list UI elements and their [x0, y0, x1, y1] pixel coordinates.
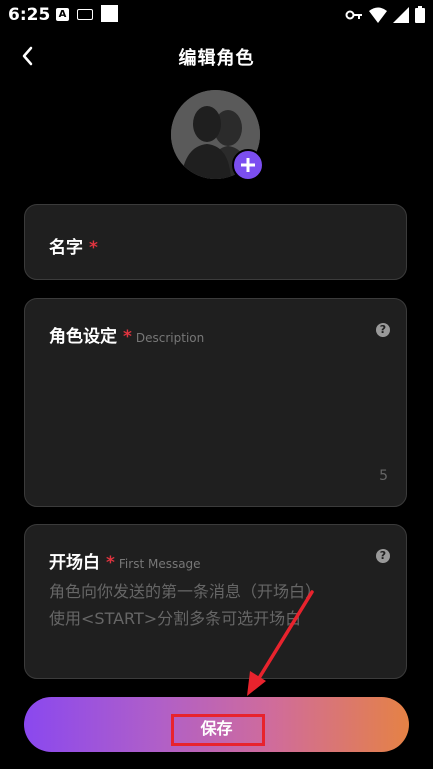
keyboard-icon [77, 9, 93, 20]
first-message-field[interactable]: 开场白 * First Message ? 角色向你发送的第一条消息（开场白） 使用… [24, 524, 407, 679]
battery-icon [415, 6, 425, 23]
required-mark: * [89, 238, 98, 258]
help-icon[interactable]: ? [376, 549, 390, 563]
screenshot-notification-icon [101, 5, 118, 22]
plus-icon [241, 158, 255, 172]
char-count: 5 [379, 468, 388, 484]
name-field[interactable]: 名字 * [24, 204, 407, 280]
first-message-label-wrap: 开场白 * First Message [49, 548, 201, 573]
name-label: 名字 [49, 238, 83, 258]
first-message-label: 开场白 [49, 553, 100, 573]
status-left-icons: A [56, 5, 118, 22]
first-message-hint: First Message [118, 557, 201, 571]
status-bar: 6:25 A [0, 0, 433, 32]
required-mark: * [106, 553, 115, 573]
page-title: 编辑角色 [178, 48, 255, 69]
add-avatar-button[interactable] [232, 149, 264, 181]
description-hint: Description [135, 331, 205, 345]
first-message-placeholder-line1: 角色向你发送的第一条消息（开场白） [49, 582, 322, 601]
first-message-placeholder-line2: 使用<START>分割多条可选开场白 [49, 609, 302, 628]
a-notification-icon: A [56, 8, 69, 21]
highlight-box [171, 714, 265, 746]
status-right-icons [345, 6, 425, 23]
help-icon[interactable]: ? [376, 323, 390, 337]
description-field[interactable]: 角色设定 * Description ? 5 [24, 298, 407, 507]
signal-icon [393, 6, 409, 23]
status-time: 6:25 [8, 5, 51, 25]
wifi-icon [369, 7, 387, 23]
required-mark: * [123, 327, 132, 347]
description-label-wrap: 角色设定 * Description [49, 322, 204, 347]
name-label-wrap: 名字 * [49, 233, 98, 258]
key-icon [345, 10, 362, 19]
description-label: 角色设定 [49, 327, 117, 347]
edit-character-screen: 6:25 A 编辑角色 名字 * 角色设定 * Description ? 5 … [0, 0, 433, 769]
